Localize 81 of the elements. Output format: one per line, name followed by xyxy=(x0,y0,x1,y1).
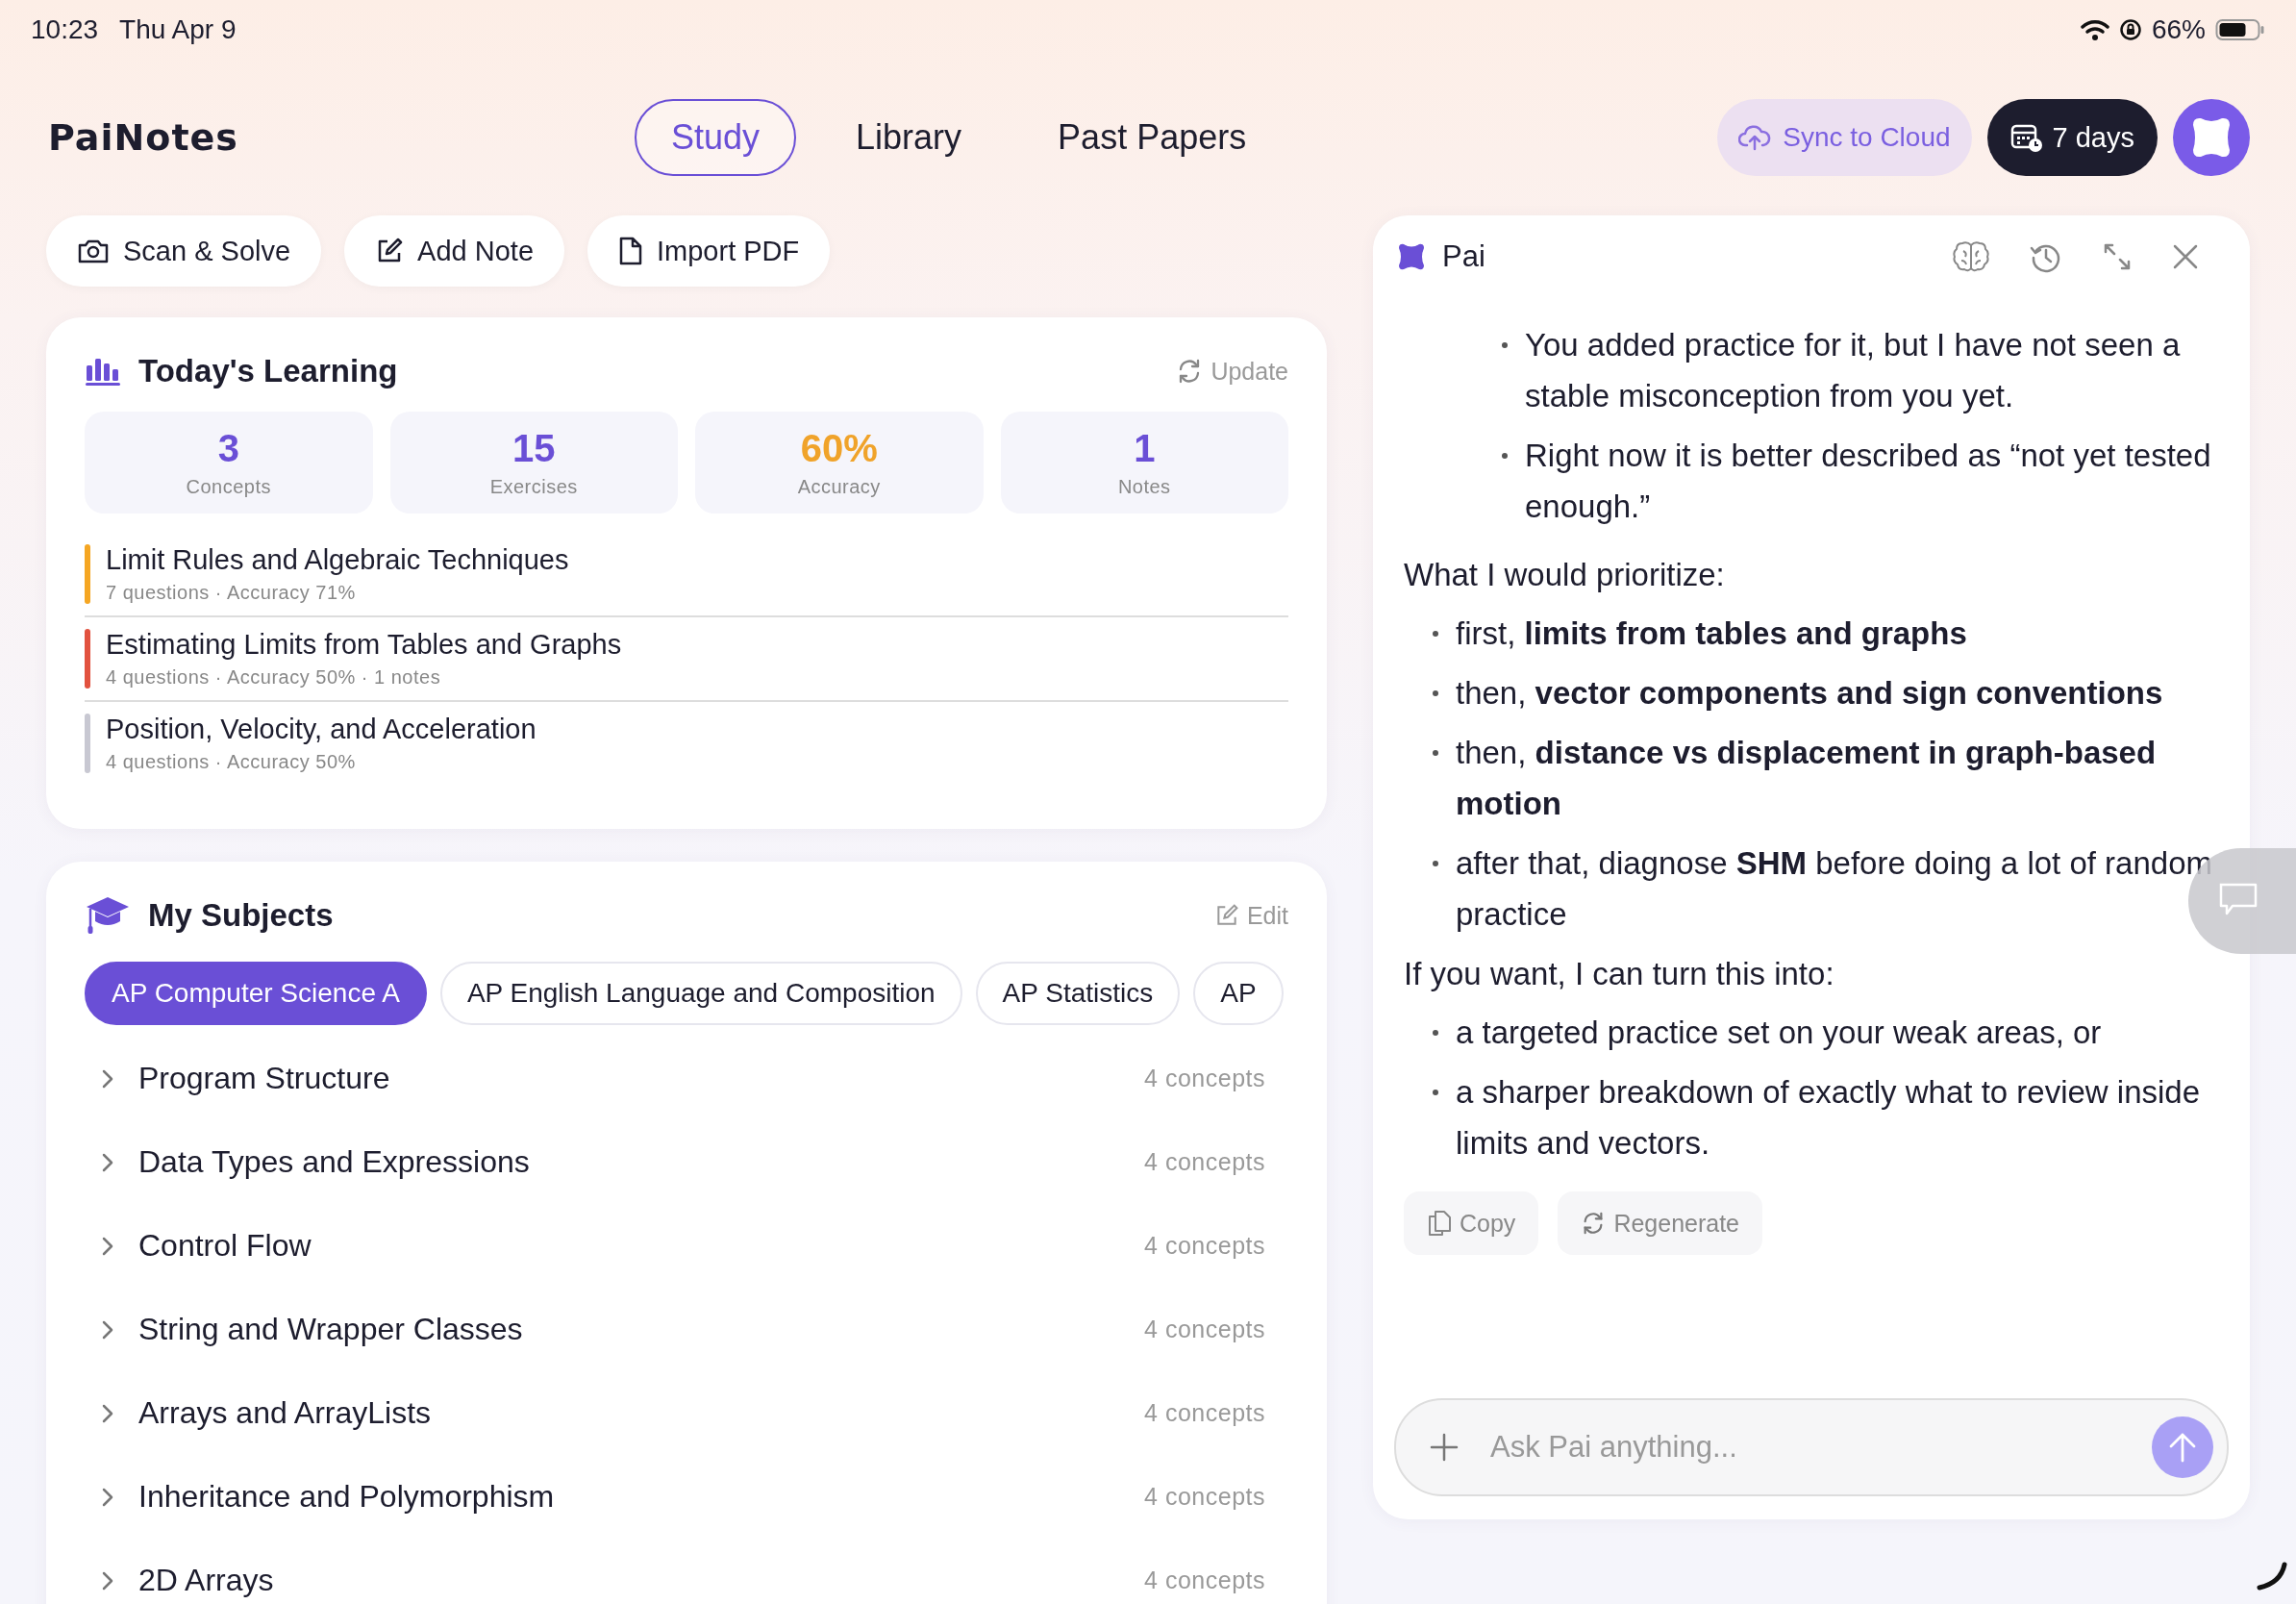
action-button[interactable]: Import PDF xyxy=(587,215,831,287)
topic-name: Program Structure xyxy=(138,1061,390,1096)
list-item: then, vector components and sign conventions xyxy=(1456,674,2164,713)
chat-input[interactable]: Ask Pai anything... xyxy=(1488,1429,2123,1466)
expand-icon[interactable] xyxy=(2102,241,2133,272)
graduation-cap-icon xyxy=(85,894,131,937)
concept-title[interactable]: Estimating Limits from Tables and Graphs xyxy=(106,629,622,661)
concept-count: 4 concepts xyxy=(1144,1148,1265,1176)
status-date: Thu Apr 9 xyxy=(119,14,237,45)
list-item: a targeted practice set on your weak areas, or xyxy=(1456,1014,2103,1052)
topic-row[interactable]: String and Wrapper Classes 4 concepts xyxy=(85,1288,1288,1371)
list-item: You added practice for it, but I have not seen a stable misconception from you yet. xyxy=(1525,326,2182,415)
calendar-clock-icon xyxy=(2009,122,2043,153)
chat-paragraph: What I would prioritize: xyxy=(1404,556,1726,594)
concept-count: 4 concepts xyxy=(1144,1483,1265,1511)
battery-icon xyxy=(2215,18,2265,41)
list-item: after that, diagnose SHM before doing a lot of random practice xyxy=(1456,844,2213,934)
topic-row[interactable]: 2D Arrays 4 concepts xyxy=(85,1539,1288,1604)
nav-tab[interactable]: Past Papers xyxy=(1021,99,1284,176)
battery-percent: 66% xyxy=(2151,14,2206,45)
plus-icon[interactable] xyxy=(1429,1432,1460,1463)
action-button[interactable]: Add Note xyxy=(344,215,565,287)
concept-count: 4 concepts xyxy=(1144,1232,1265,1260)
concept-meta: 7 questions · Accuracy 71% xyxy=(106,582,357,604)
status-time: 10:23 xyxy=(31,14,99,45)
nav-tab[interactable]: Library xyxy=(819,99,999,176)
concept-meta: 4 questions · Accuracy 50% · 1 notes xyxy=(106,666,442,689)
card-title: My Subjects xyxy=(148,897,334,934)
topic-row[interactable]: Data Types and Expressions 4 concepts xyxy=(85,1120,1288,1204)
orientation-lock-icon xyxy=(2118,18,2142,41)
concept-title[interactable]: Position, Velocity, and Acceleration xyxy=(106,714,537,745)
concept-title[interactable]: Limit Rules and Algebraic Techniques xyxy=(106,544,569,576)
stat-label: Accuracy xyxy=(797,476,881,498)
topic-row[interactable]: Inheritance and Polymorphism 4 concepts xyxy=(85,1455,1288,1539)
concept-count: 4 concepts xyxy=(1144,1399,1265,1427)
stat-value: 15 xyxy=(512,427,556,470)
sync-button[interactable]: Sync to Cloud xyxy=(1717,99,1972,176)
concept-meta: 4 questions · Accuracy 50% xyxy=(106,751,357,773)
stat-label: Notes xyxy=(1117,476,1171,498)
chat-title: Pai xyxy=(1442,239,1485,274)
topic-name: String and Wrapper Classes xyxy=(138,1312,523,1347)
brain-icon[interactable] xyxy=(1952,239,1990,274)
resize-mark-icon xyxy=(2256,1562,2288,1591)
wifi-icon xyxy=(2080,18,2109,41)
bar-chart-icon xyxy=(85,356,121,387)
document-icon xyxy=(618,236,644,266)
stat-value: 3 xyxy=(217,427,239,470)
nav-tab[interactable]: Study xyxy=(635,99,797,176)
concept-count: 4 concepts xyxy=(1144,1566,1265,1594)
action-button[interactable]: Scan & Solve xyxy=(46,215,322,287)
stat-value: 60% xyxy=(800,427,878,470)
subject-tab[interactable]: AP English Language and Composition xyxy=(439,962,962,1025)
cloud-upload-icon xyxy=(1738,124,1772,151)
concept-count: 4 concepts xyxy=(1144,1065,1265,1092)
list-item: a sharper breakdown of exactly what to review inside limits and vectors. xyxy=(1456,1073,2202,1163)
pai-logo-icon xyxy=(1396,242,1427,271)
topic-row[interactable]: Arrays and ArrayLists 4 concepts xyxy=(85,1371,1288,1455)
topic-name: Inheritance and Polymorphism xyxy=(138,1479,555,1515)
topic-name: Control Flow xyxy=(138,1228,312,1264)
concept-count: 4 concepts xyxy=(1144,1316,1265,1343)
subject-tab[interactable]: AP Computer Science A xyxy=(85,962,427,1025)
camera-icon xyxy=(77,238,110,264)
list-item: Right now it is better described as “not yet tested enough.” xyxy=(1525,437,2212,526)
card-title: Today's Learning xyxy=(138,353,398,389)
chat-paragraph: If you want, I can turn this into: xyxy=(1404,955,1835,993)
topic-row[interactable]: Control Flow 4 concepts xyxy=(85,1204,1288,1288)
copy-icon xyxy=(1427,1209,1452,1238)
app-logo: PaiNotes xyxy=(48,116,239,159)
stat-label: Exercises xyxy=(489,476,578,498)
subject-tab[interactable]: AP xyxy=(1193,962,1284,1025)
stat-value: 1 xyxy=(1134,427,1156,470)
topic-row[interactable]: Program Structure 4 concepts xyxy=(85,1037,1288,1120)
topic-name: 2D Arrays xyxy=(138,1563,274,1598)
stat-label: Concepts xyxy=(186,476,271,498)
topic-name: Data Types and Expressions xyxy=(138,1144,530,1180)
topic-name: Arrays and ArrayLists xyxy=(138,1395,432,1431)
streak-button[interactable]: 7 days xyxy=(1986,99,2158,176)
close-icon[interactable] xyxy=(2171,242,2200,271)
list-item: first, limits from tables and graphs xyxy=(1456,614,1968,653)
chat-input-bar[interactable]: Ask Pai anything... xyxy=(1394,1398,2229,1496)
subject-tab[interactable]: AP Statistics xyxy=(975,962,1181,1025)
